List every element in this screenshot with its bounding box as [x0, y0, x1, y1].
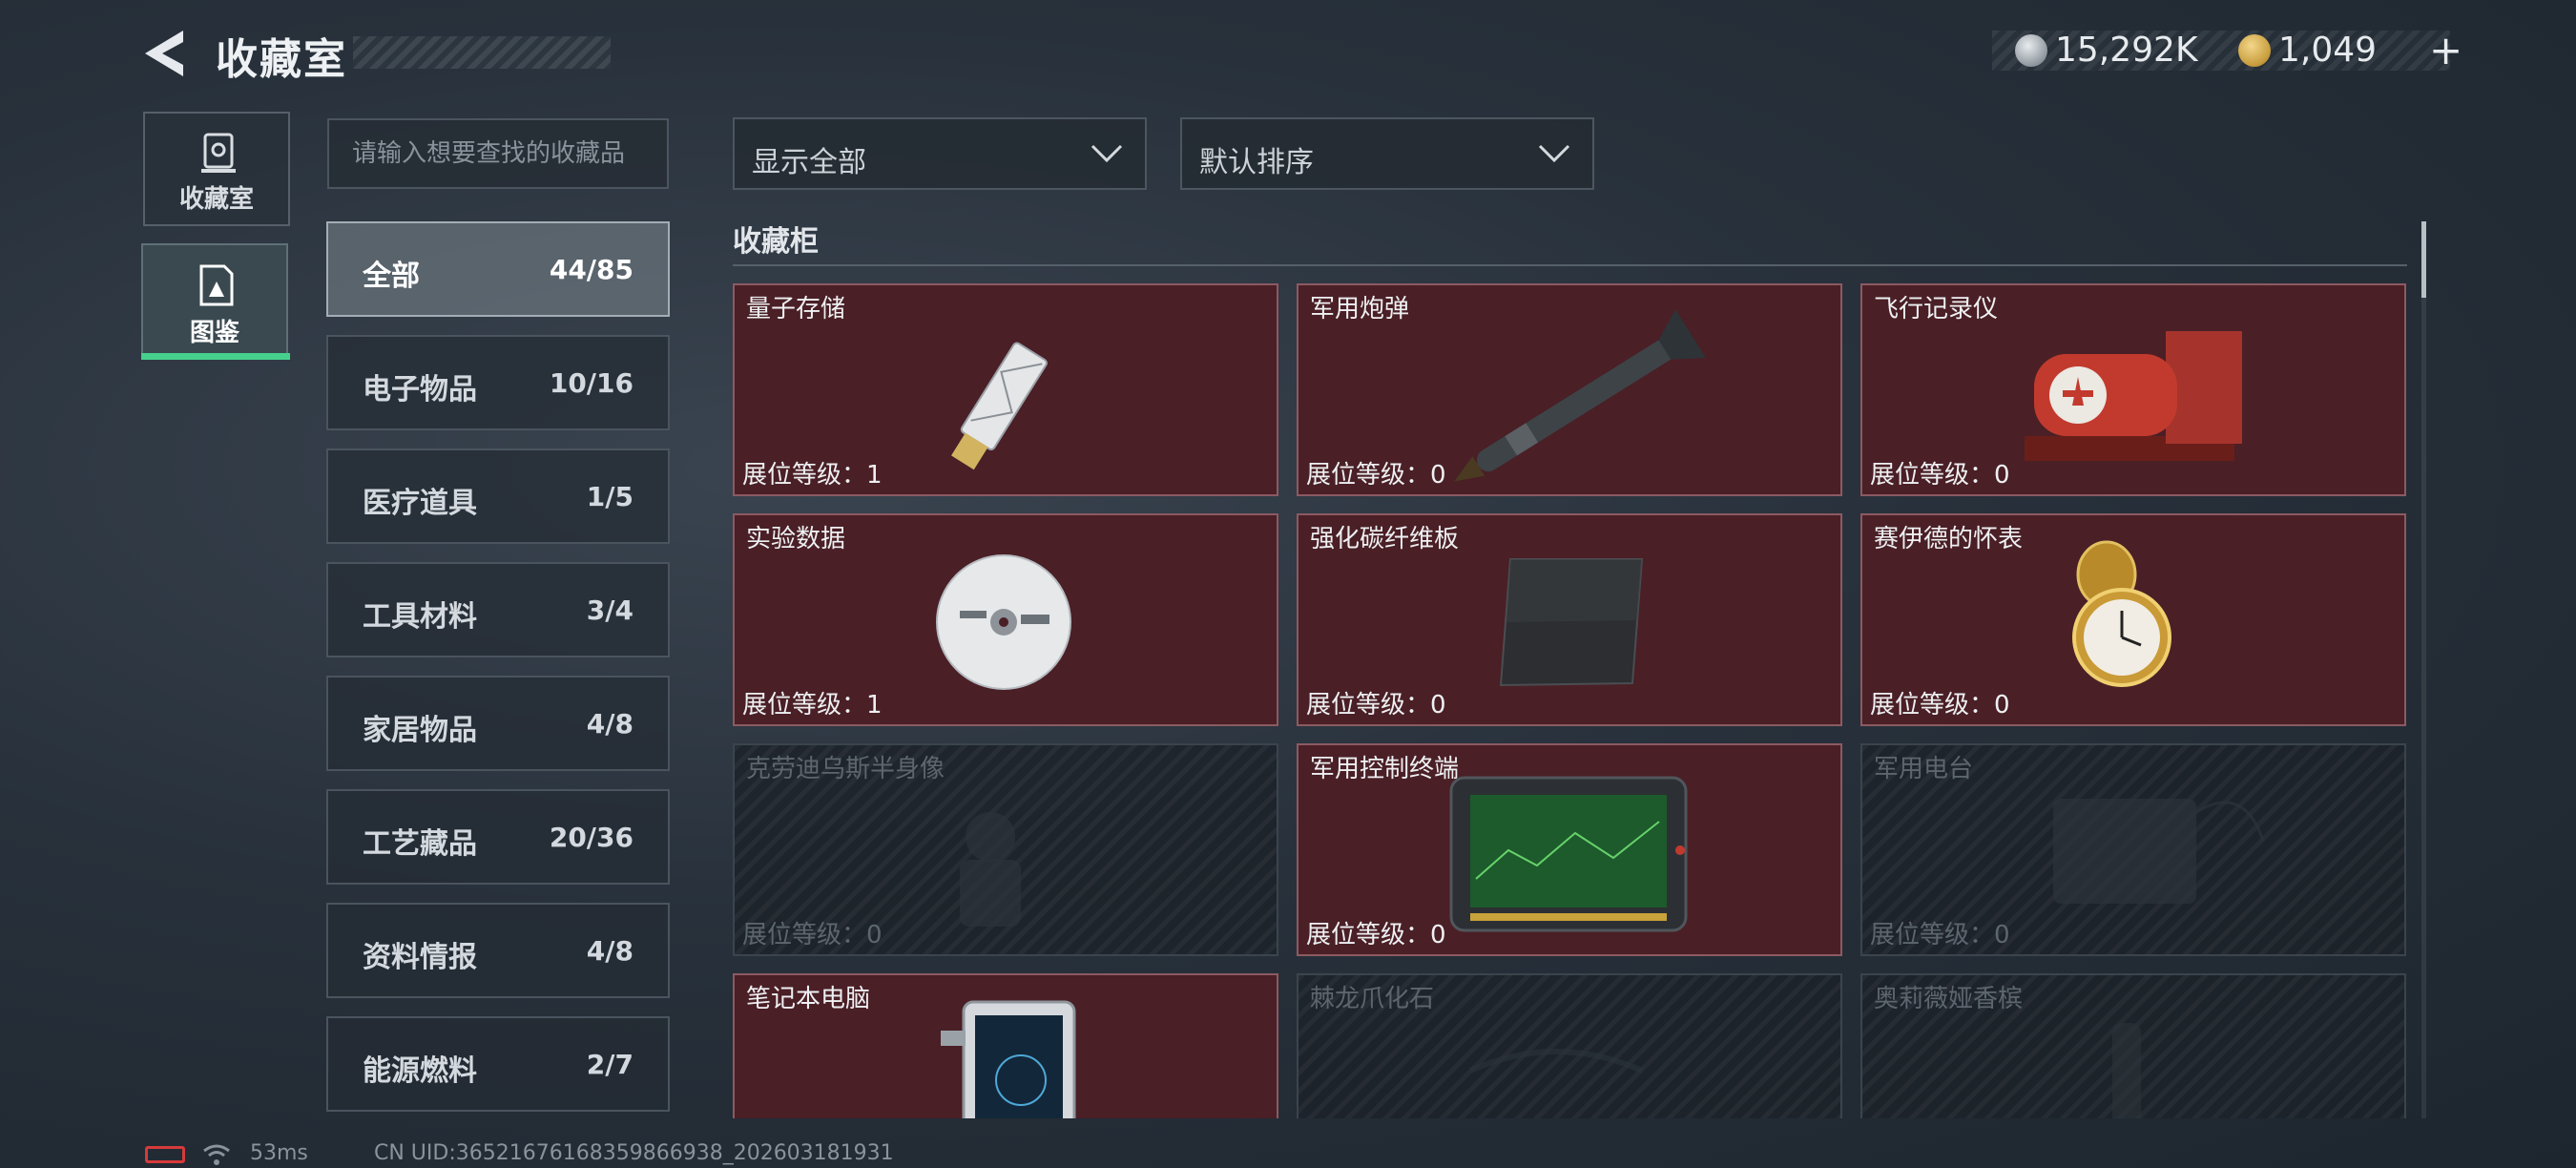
item-name: 飞行记录仪: [1874, 295, 1999, 323]
category-medical[interactable]: 医疗道具 1/5: [326, 448, 670, 544]
collection-card-military-radio[interactable]: 军用电台 展位等级：0: [1860, 743, 2406, 956]
category-intel[interactable]: 资料情报 4/8: [326, 903, 670, 998]
collection-card-flight-recorder[interactable]: 飞行记录仪 展位等级：0: [1860, 283, 2406, 496]
item-level: 展位等级：1: [742, 691, 883, 720]
category-tools[interactable]: 工具材料 3/4: [326, 562, 670, 657]
category-label: 工具材料: [363, 600, 477, 634]
item-name: 强化碳纤维板: [1310, 525, 1460, 553]
item-level: 展位等级：0: [1870, 921, 2010, 949]
page-title: 收藏室: [216, 35, 347, 84]
title-decoration: [353, 36, 611, 69]
category-label: 家居物品: [363, 714, 477, 747]
nav-album-label: 图鉴: [189, 319, 239, 347]
category-label: 能源燃料: [363, 1054, 477, 1088]
chevron-down-icon: [1538, 144, 1570, 163]
category-count: 10/16: [549, 367, 634, 399]
category-electronics[interactable]: 电子物品 10/16: [326, 335, 670, 430]
category-label: 医疗道具: [363, 487, 477, 520]
collection-card-claudius-bust[interactable]: 克劳迪乌斯半身像 展位等级：0: [733, 743, 1278, 956]
sort-value: 默认排序: [1199, 146, 1314, 179]
collection-card-pocket-watch[interactable]: 赛伊德的怀表 展位等级：0: [1860, 513, 2406, 726]
category-energy[interactable]: 能源燃料 2/7: [326, 1016, 670, 1112]
display-filter-dropdown[interactable]: 显示全部: [733, 117, 1147, 190]
chevron-down-icon: [1091, 144, 1123, 163]
category-count: 4/8: [586, 935, 634, 967]
section-divider: [733, 264, 2407, 266]
category-count: 3/4: [586, 594, 634, 626]
collection-card-spinosaurus-fossil[interactable]: 棘龙爪化石: [1297, 973, 1842, 1118]
gold-currency-value: 1,049: [2278, 31, 2378, 70]
add-currency-button[interactable]: +: [2429, 27, 2462, 73]
item-level: 展位等级：0: [1306, 921, 1446, 949]
category-count: 4/8: [586, 708, 634, 740]
category-label: 资料情报: [363, 941, 477, 974]
category-count: 44/85: [549, 254, 634, 285]
item-level: 展位等级：0: [1870, 461, 2010, 490]
category-crafts[interactable]: 工艺藏品 20/36: [326, 789, 670, 885]
category-label: 工艺藏品: [363, 827, 477, 861]
nav-collection-room[interactable]: 收藏室: [143, 112, 290, 226]
item-name: 赛伊德的怀表: [1874, 525, 2024, 553]
category-count: 2/7: [586, 1049, 634, 1080]
collection-card-laptop[interactable]: 笔记本电脑: [733, 973, 1278, 1118]
item-name: 军用炮弹: [1310, 295, 1410, 323]
nav-collection-room-label: 收藏室: [178, 185, 254, 214]
section-title: 收藏柜: [733, 225, 819, 259]
item-name: 量子存储: [746, 295, 846, 323]
collection-card-military-terminal[interactable]: 军用控制终端 展位等级：0: [1297, 743, 1842, 956]
item-level: 展位等级：0: [742, 921, 883, 949]
scrollbar-track[interactable]: [2421, 221, 2426, 1118]
item-name: 克劳迪乌斯半身像: [746, 755, 945, 783]
item-name: 笔记本电脑: [746, 985, 871, 1013]
sort-dropdown[interactable]: 默认排序: [1180, 117, 1594, 190]
scrollbar-thumb[interactable]: [2421, 221, 2426, 298]
category-count: 1/5: [586, 481, 634, 512]
item-level: 展位等级：0: [1306, 461, 1446, 490]
battery-icon: [145, 1146, 185, 1163]
collection-card-experiment-data[interactable]: 实验数据 展位等级：1: [733, 513, 1278, 726]
album-icon: [199, 264, 234, 306]
display-case-icon: [201, 133, 236, 173]
category-count: 20/36: [549, 822, 634, 853]
back-arrow-icon[interactable]: [141, 27, 189, 80]
silver-coin-icon: [2015, 34, 2047, 67]
wifi-icon: [203, 1144, 230, 1165]
item-name: 实验数据: [746, 525, 846, 553]
item-level: 展位等级：0: [1306, 691, 1446, 720]
silver-currency-value: 15,292K: [2055, 31, 2198, 70]
item-name: 军用电台: [1874, 755, 1974, 783]
collection-card-military-shell[interactable]: 军用炮弹 展位等级：0: [1297, 283, 1842, 496]
search-input[interactable]: [327, 118, 669, 189]
collection-card-olivia-champagne[interactable]: 奥莉薇娅香槟: [1860, 973, 2406, 1118]
gold-coin-icon: [2238, 34, 2271, 67]
category-label: 电子物品: [363, 373, 477, 407]
currency-bar: 15,292K 1,049 +: [1992, 27, 2462, 73]
collection-card-quantum-storage[interactable]: 量子存储 展位等级：1: [733, 283, 1278, 496]
active-indicator: [141, 353, 290, 360]
item-name: 棘龙爪化石: [1310, 985, 1435, 1013]
category-all[interactable]: 全部 44/85: [326, 221, 670, 317]
collection-grid: 量子存储 展位等级：1 军用炮弹 展位等级：0 飞行记录仪 展位等级：0 实验数…: [733, 283, 2406, 1118]
item-name: 奥莉薇娅香槟: [1874, 985, 2024, 1013]
user-uid: CN UID:3652167616835986693​8_20260318193…: [374, 1141, 894, 1165]
item-name: 军用控制终端: [1310, 755, 1460, 783]
ping-value: 53ms: [250, 1141, 308, 1165]
category-household[interactable]: 家居物品 4/8: [326, 676, 670, 771]
category-label: 全部: [363, 260, 420, 293]
item-level: 展位等级：1: [742, 461, 883, 490]
collection-card-carbon-plate[interactable]: 强化碳纤维板 展位等级：0: [1297, 513, 1842, 726]
nav-album[interactable]: 图鉴: [141, 243, 288, 360]
display-filter-value: 显示全部: [752, 146, 866, 179]
item-level: 展位等级：0: [1870, 691, 2010, 720]
